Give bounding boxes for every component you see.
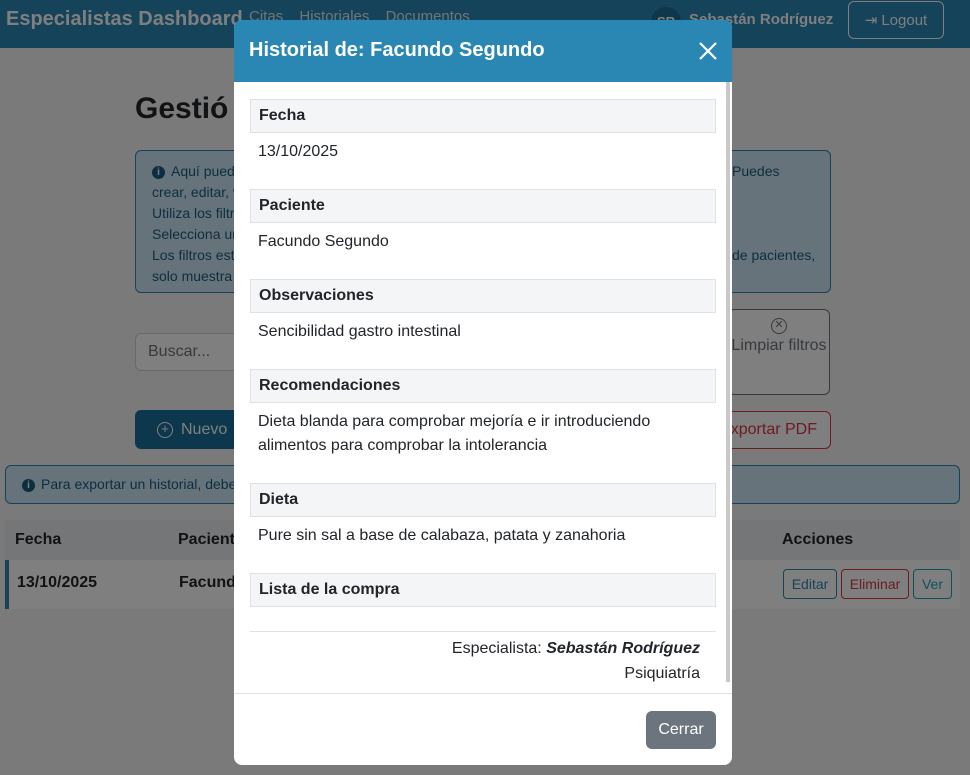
section-observaciones-value: Sencibilidad gastro intestinal <box>258 323 461 340</box>
section-fecha-label: Fecha <box>250 99 716 133</box>
modal-header: Historial de: Facundo Segundo <box>234 20 732 82</box>
section-dieta-value: Pure sin sal a base de calabaza, patata … <box>258 527 626 544</box>
section-fecha-value: 13/10/2025 <box>258 143 339 160</box>
specialist-prefix: Especialista: <box>451 640 542 657</box>
modal-body: Fecha 13/10/2025 Paciente Facundo Segund… <box>250 82 716 693</box>
close-button[interactable]: Cerrar <box>646 711 716 749</box>
history-modal: Historial de: Facundo Segundo Fecha 13/1… <box>234 20 732 765</box>
specialty: Psiquiatría <box>624 665 700 682</box>
section-lista-compra-label: Lista de la compra <box>250 573 716 607</box>
specialist-line: Especialista: Sebastán Rodríguez <box>452 640 700 658</box>
modal-title: Historial de: Facundo Segundo <box>249 39 545 61</box>
scrollbar[interactable] <box>726 82 730 682</box>
specialist-name: Sebastán Rodríguez <box>546 640 700 657</box>
section-observaciones-label: Observaciones <box>250 279 716 313</box>
section-recomendaciones-value: Dieta blanda para comprobar mejoría e ir… <box>258 413 651 454</box>
section-recomendaciones-label: Recomendaciones <box>250 369 716 403</box>
section-dieta-label: Dieta <box>250 483 716 517</box>
close-icon[interactable] <box>697 40 719 62</box>
modal-footer: Cerrar <box>234 693 732 765</box>
section-paciente-value: Facundo Segundo <box>258 233 389 250</box>
section-paciente-label: Paciente <box>250 189 716 223</box>
divider <box>250 631 716 632</box>
